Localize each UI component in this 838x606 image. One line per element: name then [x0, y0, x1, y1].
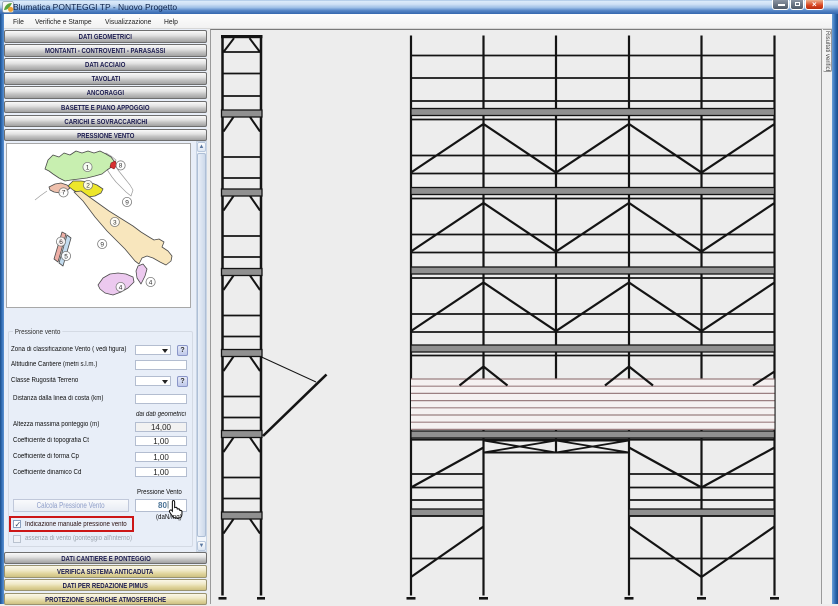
svg-text:1: 1 — [86, 164, 90, 171]
svg-text:4: 4 — [149, 279, 153, 286]
svg-text:9: 9 — [100, 241, 104, 248]
svg-text:4: 4 — [119, 284, 123, 291]
svg-text:7: 7 — [62, 190, 66, 197]
svg-text:6: 6 — [59, 239, 63, 246]
svg-text:3: 3 — [113, 219, 117, 226]
svg-text:2: 2 — [86, 182, 90, 189]
svg-text:9: 9 — [125, 199, 129, 206]
svg-text:8: 8 — [119, 163, 123, 170]
svg-text:5: 5 — [64, 253, 68, 260]
